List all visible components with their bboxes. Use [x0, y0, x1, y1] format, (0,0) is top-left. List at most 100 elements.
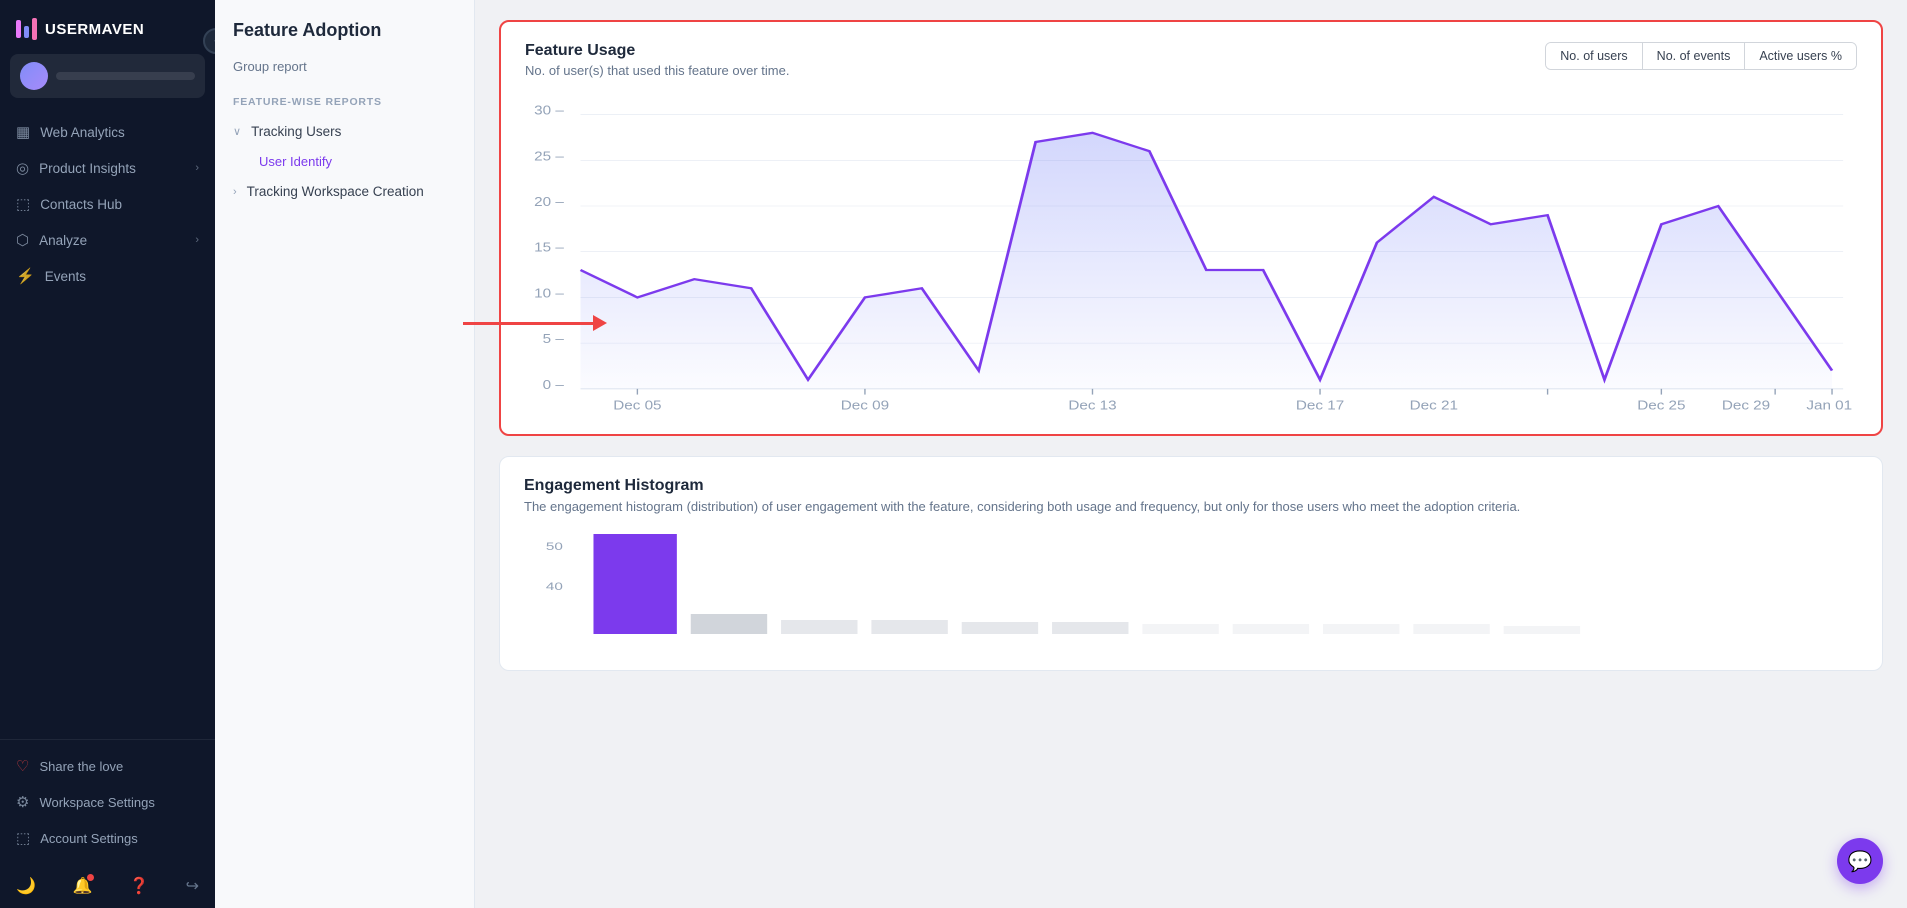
app-name: USERMAVEN	[45, 21, 144, 38]
nav-label-product-insights: Product Insights	[39, 161, 136, 176]
contacts-hub-icon: ⬚	[16, 195, 30, 213]
tracking-workspace-item[interactable]: › Tracking Workspace Creation	[215, 176, 474, 207]
gear-icon: ⚙	[16, 793, 29, 811]
toggle-no-of-users[interactable]: No. of users	[1546, 43, 1642, 69]
histogram-bar-10	[1413, 624, 1489, 634]
sidebar: ‹ USERMAVEN ▦ Web Analytics ◎ Product In…	[0, 0, 215, 908]
histogram-bar-11	[1504, 626, 1580, 634]
toggle-active-users-pct[interactable]: Active users %	[1745, 43, 1856, 69]
histogram-svg: 50 40	[524, 530, 1858, 650]
chat-fab-button[interactable]: 💬	[1837, 838, 1883, 884]
sidebar-item-workspace-settings[interactable]: ⚙ Workspace Settings	[0, 784, 215, 820]
svg-text:15 –: 15 –	[534, 240, 564, 254]
histogram-chart: 50 40	[524, 530, 1858, 650]
nav-label-analyze: Analyze	[39, 233, 87, 248]
sidebar-item-product-insights[interactable]: ◎ Product Insights ›	[0, 150, 215, 186]
chart-title: Feature Usage	[525, 42, 789, 60]
sidebar-item-web-analytics[interactable]: ▦ Web Analytics	[0, 114, 215, 150]
nav-label-workspace-settings: Workspace Settings	[39, 795, 154, 810]
histogram-bar-4	[871, 620, 947, 634]
histogram-bar-9	[1323, 624, 1399, 634]
svg-text:Dec 25: Dec 25	[1637, 398, 1686, 412]
sidebar-logo: USERMAVEN	[0, 0, 215, 54]
svg-text:Dec 13: Dec 13	[1068, 398, 1117, 412]
group-report-link[interactable]: Group report	[215, 55, 474, 84]
nav-label-web-analytics: Web Analytics	[40, 125, 125, 140]
engagement-title: Engagement Histogram	[524, 477, 1858, 495]
arrow-head	[593, 315, 607, 331]
web-analytics-icon: ▦	[16, 123, 30, 141]
engagement-histogram-card: Engagement Histogram The engagement hist…	[499, 456, 1883, 671]
sidebar-footer: 🌙 🔔 ❓ ↪	[0, 868, 215, 908]
sidebar-bottom: ♡ Share the love ⚙ Workspace Settings ⬚ …	[0, 739, 215, 868]
svg-text:Dec 09: Dec 09	[841, 398, 890, 412]
histogram-bar-3	[781, 620, 857, 634]
svg-text:20 –: 20 –	[534, 194, 564, 208]
histogram-bar-7	[1142, 624, 1218, 634]
histogram-bar-2	[691, 614, 767, 634]
svg-text:Dec 21: Dec 21	[1410, 398, 1459, 412]
workspace-avatar	[20, 62, 48, 90]
toggle-no-of-events[interactable]: No. of events	[1643, 43, 1746, 69]
product-insights-icon: ◎	[16, 159, 29, 177]
svg-text:5 –: 5 –	[543, 331, 564, 345]
histogram-bar-1	[593, 534, 676, 634]
secondary-sidebar-title: Feature Adoption	[215, 20, 474, 55]
svg-text:Jan 01: Jan 01	[1806, 398, 1852, 412]
analyze-icon: ⬡	[16, 231, 29, 249]
feature-usage-chart: 30 – 25 – 20 – 15 – 10 – 5 – 0 –	[525, 94, 1857, 414]
chevron-down-icon: ∨	[233, 125, 241, 138]
chart-subtitle: No. of user(s) that used this feature ov…	[525, 63, 789, 78]
user-identify-label: User Identify	[259, 154, 332, 169]
arrow-body	[463, 322, 593, 325]
sidebar-nav: ▦ Web Analytics ◎ Product Insights › ⬚ C…	[0, 110, 215, 739]
dark-mode-icon[interactable]: 🌙	[16, 876, 36, 896]
sidebar-item-account-settings[interactable]: ⬚ Account Settings	[0, 820, 215, 856]
histogram-bar-6	[1052, 622, 1128, 634]
account-icon: ⬚	[16, 829, 30, 847]
chart-toggle-group: No. of users No. of events Active users …	[1545, 42, 1857, 70]
svg-text:10 –: 10 –	[534, 286, 564, 300]
svg-text:30 –: 30 –	[534, 103, 564, 117]
sidebar-item-contacts-hub[interactable]: ⬚ Contacts Hub	[0, 186, 215, 222]
tracking-users-label: Tracking Users	[251, 124, 341, 139]
logo-icon	[16, 18, 37, 40]
user-identify-subitem[interactable]: User Identify	[215, 147, 474, 176]
svg-text:Dec 17: Dec 17	[1296, 398, 1345, 412]
notification-dot	[87, 874, 94, 881]
svg-text:0 –: 0 –	[543, 377, 564, 391]
sidebar-item-events[interactable]: ⚡ Events	[0, 258, 215, 294]
feature-usage-card: Feature Usage No. of user(s) that used t…	[499, 20, 1883, 436]
workspace-selector[interactable]	[10, 54, 205, 98]
engagement-subtitle: The engagement histogram (distribution) …	[524, 499, 1858, 514]
nav-label-contacts-hub: Contacts Hub	[40, 197, 122, 212]
nav-label-account-settings: Account Settings	[40, 831, 138, 846]
chat-icon: 💬	[1848, 849, 1873, 874]
heart-icon: ♡	[16, 757, 29, 775]
nav-label-events: Events	[45, 269, 86, 284]
chevron-right-icon-ws: ›	[233, 186, 237, 198]
svg-text:40: 40	[546, 580, 563, 592]
arrow-indicator	[463, 315, 607, 331]
tracking-users-item[interactable]: ∨ Tracking Users	[215, 116, 474, 147]
events-icon: ⚡	[16, 267, 35, 285]
area-fill	[581, 133, 1833, 389]
nav-label-share-love: Share the love	[39, 759, 123, 774]
chevron-right-icon: ›	[195, 162, 199, 174]
notification-icon[interactable]: 🔔	[73, 876, 93, 896]
secondary-sidebar: Feature Adoption Group report FEATURE-WI…	[215, 0, 475, 908]
tracking-workspace-label: Tracking Workspace Creation	[247, 184, 424, 199]
main-content: Feature Usage No. of user(s) that used t…	[475, 0, 1907, 908]
chart-title-section: Feature Usage No. of user(s) that used t…	[525, 42, 789, 78]
line-chart-svg: 30 – 25 – 20 – 15 – 10 – 5 – 0 –	[525, 94, 1857, 414]
sidebar-item-analyze[interactable]: ⬡ Analyze ›	[0, 222, 215, 258]
svg-text:50: 50	[546, 540, 563, 552]
logout-icon[interactable]: ↪	[186, 876, 199, 896]
feature-wise-label: FEATURE-WISE REPORTS	[215, 84, 474, 116]
histogram-bar-8	[1233, 624, 1309, 634]
sidebar-item-share-love[interactable]: ♡ Share the love	[0, 748, 215, 784]
svg-text:25 –: 25 –	[534, 149, 564, 163]
help-icon[interactable]: ❓	[129, 876, 149, 896]
histogram-bar-5	[962, 622, 1038, 634]
workspace-name	[56, 72, 195, 80]
